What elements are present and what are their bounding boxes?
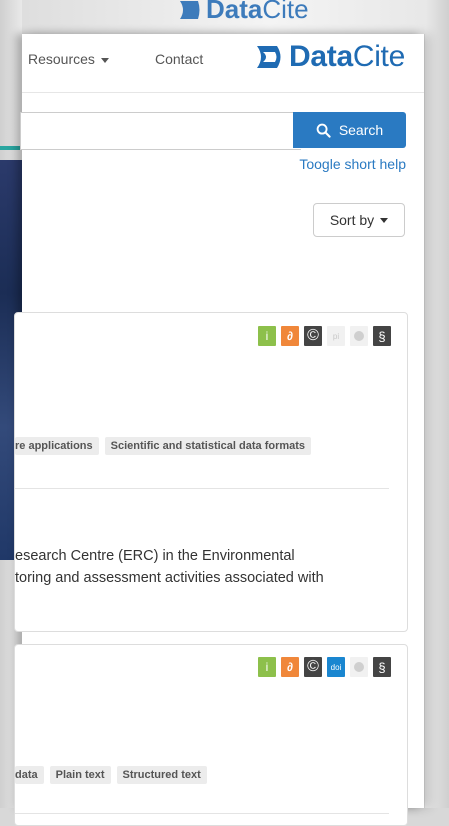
policy-icon[interactable]: §	[373, 326, 391, 346]
result-card: i ∂ © doi § data Plain text Structured t…	[14, 644, 408, 826]
navbar: Resources Contact DataCite	[22, 34, 424, 93]
chevron-down-icon	[100, 57, 109, 63]
nav-resources-dropdown[interactable]: Resources	[28, 51, 109, 67]
badge-row: i ∂ © pi §	[258, 326, 391, 346]
tag[interactable]: re applications	[15, 437, 99, 455]
copyright-icon[interactable]: ©	[304, 326, 322, 346]
toggle-short-help-link[interactable]: Toogle short help	[299, 156, 406, 172]
search-button[interactable]: Search	[293, 112, 406, 148]
tag[interactable]: data	[15, 766, 44, 784]
search-icon	[316, 123, 331, 138]
tag-list: re applications Scientific and statistic…	[15, 437, 312, 455]
result-description: esearch Centre (ERC) in the Environmenta…	[15, 548, 324, 586]
certificate-icon[interactable]	[350, 657, 368, 677]
divider	[15, 488, 389, 489]
result-card: i ∂ © pi § re applications Scientific an…	[14, 312, 408, 632]
certificate-icon[interactable]	[350, 326, 368, 346]
datacite-logo-icon	[180, 0, 200, 19]
chevron-down-icon	[380, 217, 389, 223]
info-icon[interactable]: i	[258, 657, 276, 677]
datacite-logo-icon	[257, 46, 281, 68]
background-datacite-logo: DataCite	[178, 0, 309, 25]
policy-icon[interactable]: §	[373, 657, 391, 677]
main-window: Resources Contact DataCite Search Toogle…	[14, 34, 424, 826]
datacite-brand-logo[interactable]: DataCite	[255, 40, 405, 74]
background-right-edge	[425, 0, 449, 808]
doi-icon[interactable]: doi	[327, 657, 345, 677]
open-access-icon[interactable]: ∂	[281, 657, 299, 677]
tag[interactable]: Scientific and statistical data formats	[104, 437, 312, 455]
nav-contact-link[interactable]: Contact	[155, 51, 203, 67]
tag-list: data Plain text Structured text	[15, 766, 207, 784]
copyright-icon[interactable]: ©	[304, 657, 322, 677]
pid-icon[interactable]: pi	[327, 326, 345, 346]
tag[interactable]: Plain text	[49, 766, 111, 784]
search-row: Search	[20, 112, 406, 150]
sort-by-dropdown[interactable]: Sort by	[313, 203, 405, 237]
info-icon[interactable]: i	[258, 326, 276, 346]
search-input[interactable]	[20, 112, 301, 150]
badge-row: i ∂ © doi §	[258, 657, 391, 677]
tag[interactable]: Structured text	[116, 766, 207, 784]
divider	[15, 813, 389, 814]
open-access-icon[interactable]: ∂	[281, 326, 299, 346]
